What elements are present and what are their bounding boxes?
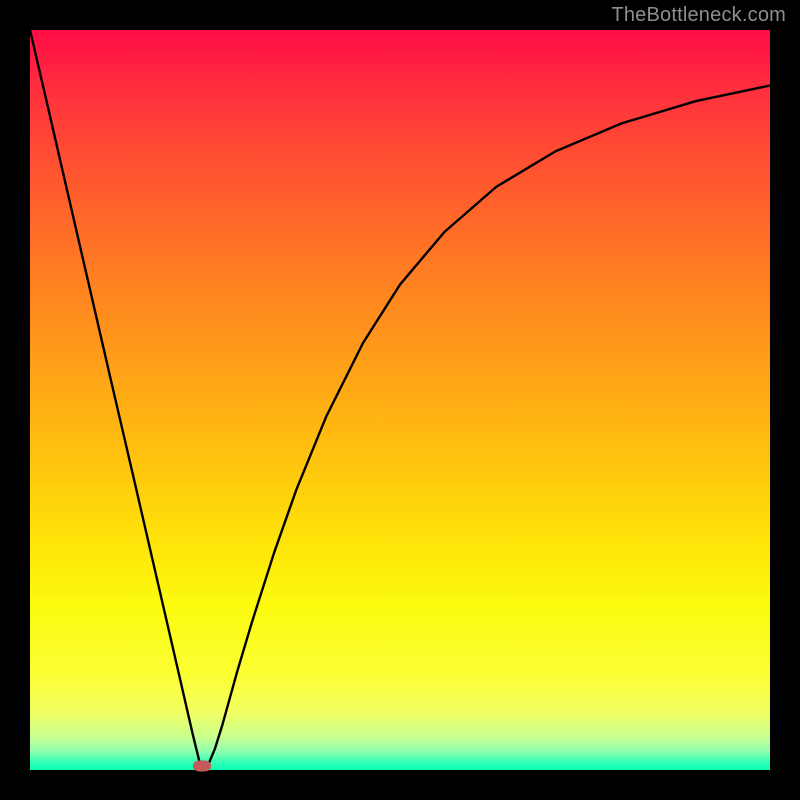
bottleneck-curve (30, 30, 770, 770)
watermark-text: TheBottleneck.com (611, 4, 786, 27)
chart-plot-area (30, 30, 770, 770)
chart-frame: TheBottleneck.com (0, 0, 800, 800)
minimum-marker (193, 760, 211, 771)
